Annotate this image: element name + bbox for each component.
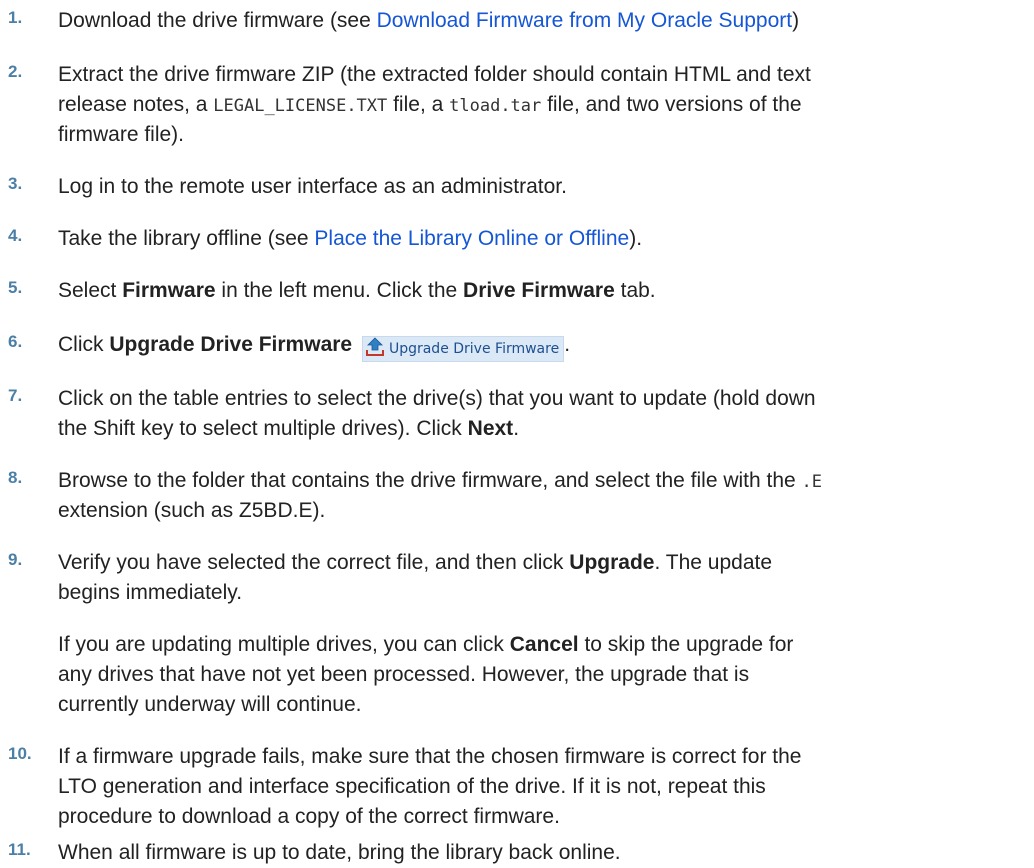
step-text: Take the library offline (see (58, 227, 315, 250)
next-label: Next (467, 417, 514, 440)
step-text: Extract the drive firmware ZIP (the extr… (58, 63, 811, 86)
step-number: 4. (8, 226, 23, 245)
step-number: 7. (8, 386, 23, 405)
firmware-menu-label: Firmware (122, 279, 216, 302)
step-text: Log in to the remote user interface as a… (58, 175, 567, 198)
note-text: currently underway will continue. (58, 693, 362, 716)
step-text: Verify you have selected the correct fil… (58, 551, 570, 574)
step-text: When all firmware is up to date, bring t… (58, 841, 621, 864)
step-text: Download the drive firmware (see (58, 9, 377, 32)
step-text: firmware file). (58, 123, 185, 146)
step-number: 8. (8, 468, 23, 487)
note-text: any drives that have not yet been proces… (58, 663, 750, 686)
step-text: file, a (387, 93, 450, 116)
step-number: 11. (8, 840, 31, 859)
step-text: begins immediately. (58, 581, 243, 604)
upgrade-label: Upgrade (569, 551, 655, 574)
step-text: ) (792, 9, 800, 32)
step-number: 2. (8, 62, 23, 81)
step-text: the Shift key to select multiple drives)… (58, 417, 468, 440)
upload-arrow-icon (365, 337, 385, 357)
step-number: 6. (8, 332, 23, 351)
step-text: LTO generation and interface specificati… (58, 775, 766, 798)
step-text: . (564, 333, 571, 356)
step-text: file, and two versions of the (541, 93, 802, 116)
upgrade-drive-firmware-button[interactable]: Upgrade Drive Firmware (361, 336, 565, 362)
note-text: If you are updating multiple drives, you… (58, 633, 510, 656)
tload-filename: tload.tar (449, 96, 542, 116)
upgrade-drive-firmware-label: Upgrade Drive Firmware (109, 333, 353, 356)
step-text: release notes, a (58, 93, 214, 116)
step-number: 1. (8, 8, 23, 27)
step-text: in the left menu. Click the (215, 279, 464, 302)
step-number: 9. (8, 550, 23, 569)
note-text: to skip the upgrade for (578, 633, 794, 656)
step-number: 3. (8, 174, 23, 193)
step-text: Select (58, 279, 123, 302)
step-text: tab. (614, 279, 656, 302)
step-number: 10. (8, 744, 32, 763)
step-text: . The update (654, 551, 773, 574)
step-text: extension (such as Z5BD.E). (58, 499, 326, 522)
drive-firmware-tab-label: Drive Firmware (463, 279, 615, 302)
step-text: Click on the table entries to select the… (58, 387, 816, 410)
step-text: ). (629, 227, 643, 250)
step-text: . (513, 417, 520, 440)
step-text: procedure to download a copy of the corr… (58, 805, 560, 828)
upgrade-button-label: Upgrade Drive Firmware (388, 341, 560, 357)
download-firmware-link[interactable]: Download Firmware from My Oracle Support (377, 9, 792, 32)
step-number: 5. (8, 278, 23, 297)
extension-code: .E (801, 472, 823, 492)
step-text: Click (58, 333, 110, 356)
library-online-offline-link[interactable]: Place the Library Online or Offline (314, 227, 629, 250)
cancel-label: Cancel (509, 633, 579, 656)
step-text: If a firmware upgrade fails, make sure t… (58, 745, 802, 768)
step-text: Browse to the folder that contains the d… (58, 469, 802, 492)
license-filename: LEGAL_LICENSE.TXT (213, 96, 388, 116)
